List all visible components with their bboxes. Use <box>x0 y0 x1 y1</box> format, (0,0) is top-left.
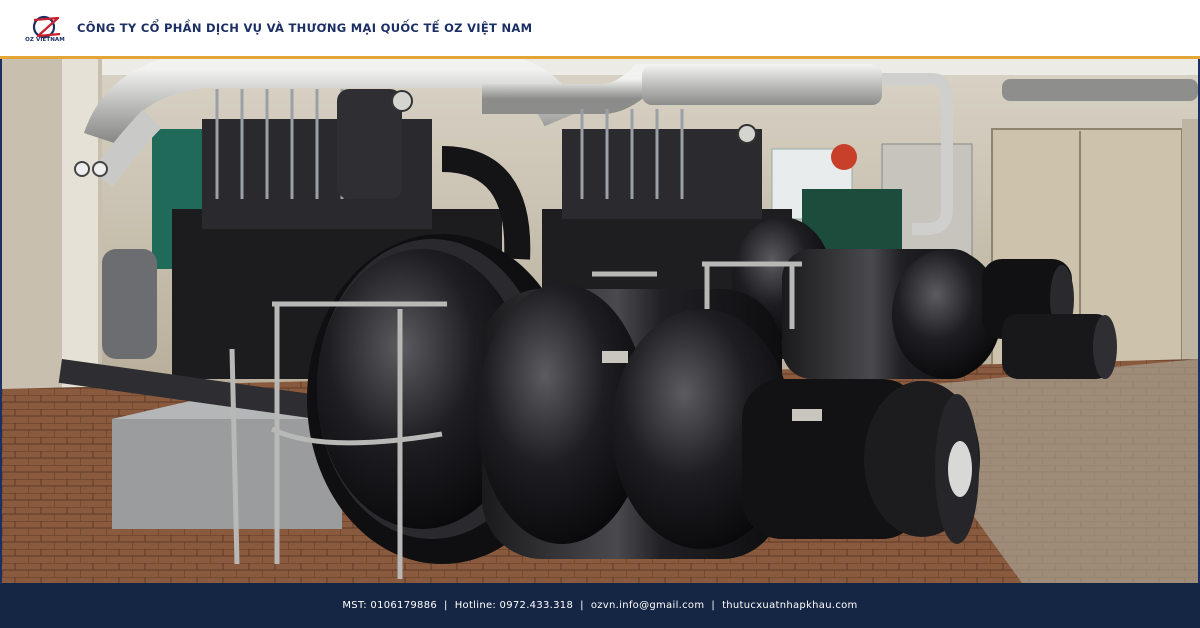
hotline-link[interactable]: Hotline: 0972.433.318 <box>455 600 573 611</box>
footer-bar: MST: 0106179886 | Hotline: 0972.433.318 | oz… <box>0 583 1200 628</box>
separator: | <box>580 600 584 611</box>
footer-contact-line: MST: 0106179886 | Hotline: 0972.433.318 | oz… <box>342 600 857 611</box>
separator: | <box>444 600 448 611</box>
company-name: CÔNG TY CỔ PHẦN DỊCH VỤ VÀ THƯƠNG MẠI QU… <box>77 21 533 35</box>
separator: | <box>711 600 716 611</box>
email-link[interactable]: ozvn.info@gmail.com <box>591 600 705 611</box>
website-link[interactable]: thutucxuatnhapkhau.com <box>722 600 858 611</box>
engine-room-photo <box>2 59 1198 583</box>
header-bar: OZ VIETNAM CÔNG TY CỔ PHẦN DỊCH VỤ VÀ TH… <box>0 0 1200 57</box>
tax-code: MST: 0106179886 <box>342 600 438 611</box>
logo-label: OZ VIETNAM <box>25 37 65 43</box>
